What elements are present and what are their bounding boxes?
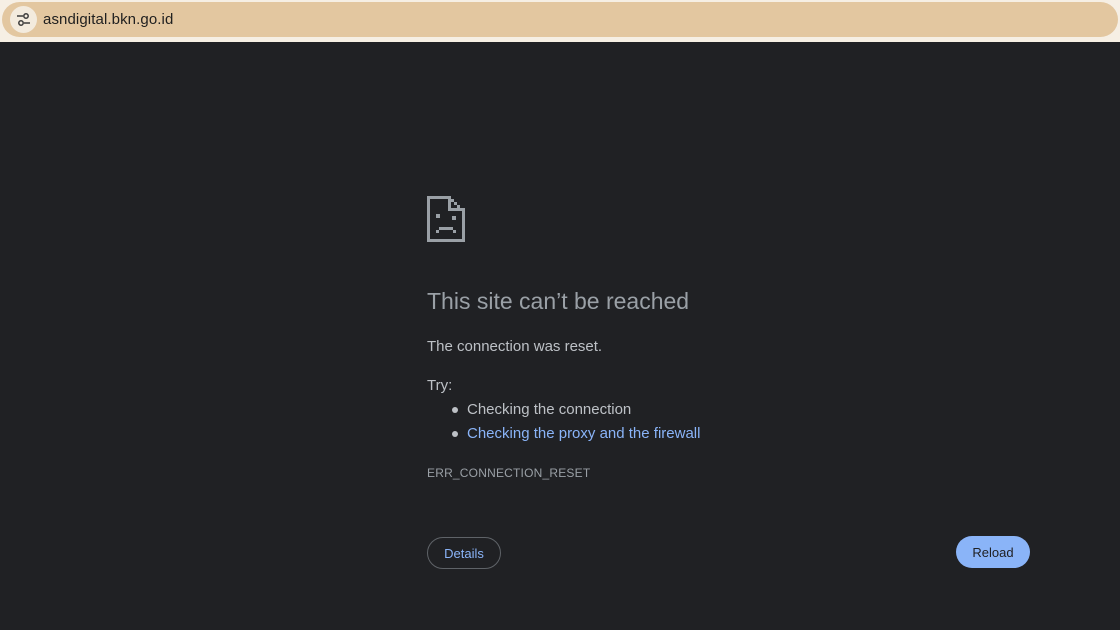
try-label: Try:: [427, 377, 453, 394]
suggestion-item: Checking the connection: [427, 400, 700, 424]
error-message: The connection was reset.: [427, 338, 603, 355]
details-button[interactable]: Details: [427, 537, 501, 569]
suggestion-proxy-firewall-link[interactable]: Checking the proxy and the firewall: [467, 425, 700, 442]
suggestion-item: Checking the proxy and the firewall: [427, 424, 700, 448]
suggestions-list: Checking the connection Checking the pro…: [427, 400, 700, 448]
tune-icon[interactable]: [10, 6, 37, 33]
bullet-icon: [452, 407, 458, 413]
sad-page-icon: [427, 196, 465, 242]
address-bar: asndigital.bkn.go.id: [0, 0, 1120, 42]
reload-button[interactable]: Reload: [956, 536, 1030, 568]
omnibox[interactable]: asndigital.bkn.go.id: [2, 2, 1118, 37]
url-text[interactable]: asndigital.bkn.go.id: [43, 11, 173, 28]
error-headline: This site can’t be reached: [427, 288, 690, 314]
error-code: ERR_CONNECTION_RESET: [427, 466, 591, 480]
bullet-icon: [452, 431, 458, 437]
suggestion-check-connection: Checking the connection: [467, 401, 632, 418]
